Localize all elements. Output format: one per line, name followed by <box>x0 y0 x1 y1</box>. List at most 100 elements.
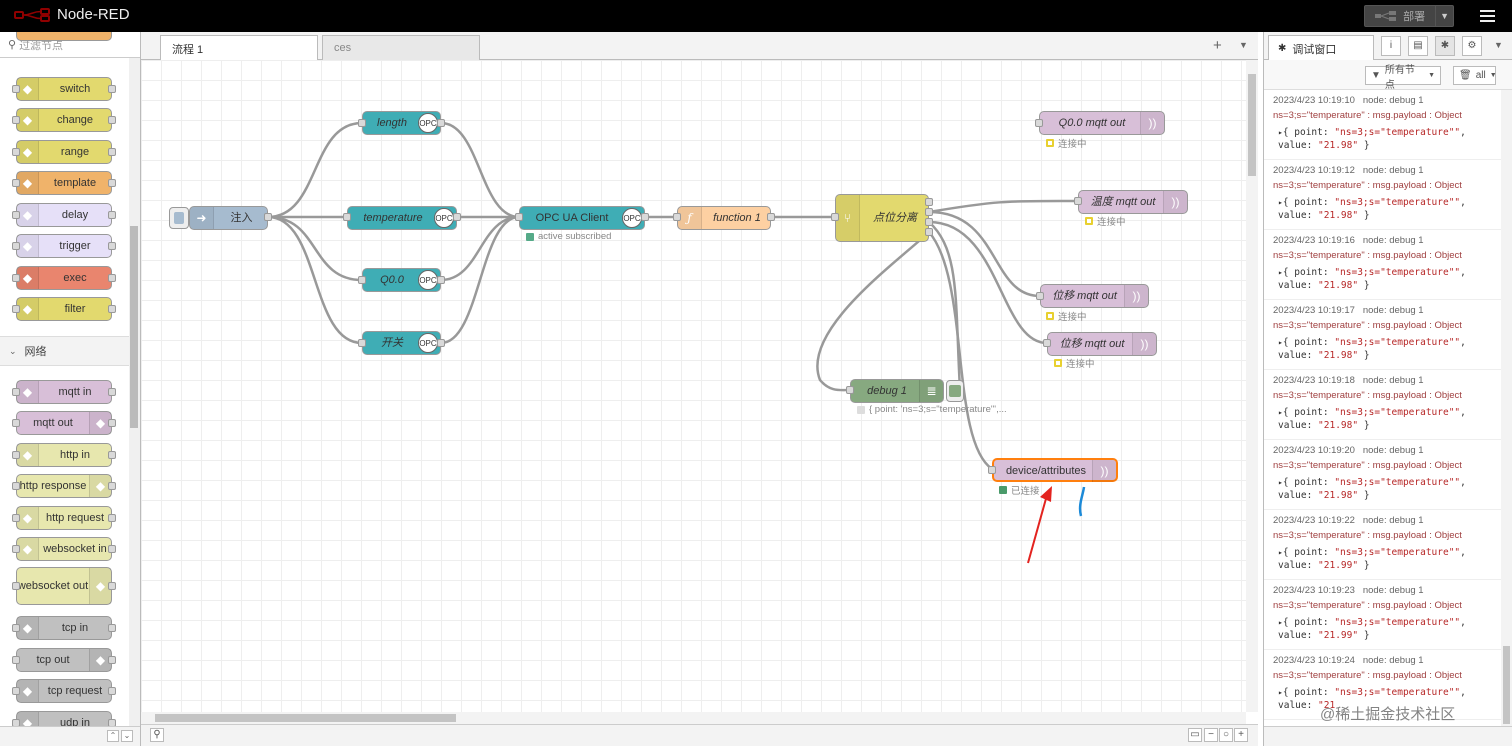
input-port[interactable] <box>343 213 351 221</box>
palette-node-partial[interactable] <box>16 32 112 41</box>
message-object[interactable]: ▸{ point: "ns=3;s="temperature"", value:… <box>1273 196 1501 222</box>
input-port[interactable] <box>358 119 366 127</box>
debug-node[interactable]: debug 1 ≣ <box>850 379 944 403</box>
inject-button[interactable] <box>169 207 189 229</box>
mqtt-out-temperature[interactable]: 温度 mqtt out )) <box>1078 190 1188 214</box>
output-port[interactable] <box>641 213 649 221</box>
deploy-dropdown-icon[interactable]: ▼ <box>1436 11 1453 21</box>
opc-item-length[interactable]: length OPC <box>362 111 441 135</box>
output-port[interactable] <box>925 218 933 226</box>
mqtt-out-device-attributes[interactable]: device/attributes )) <box>992 458 1118 482</box>
input-port[interactable] <box>846 386 854 394</box>
mqtt-out-displacement-1[interactable]: 位移 mqtt out )) <box>1040 284 1149 308</box>
opc-item-switch[interactable]: 开关 OPC <box>362 331 441 355</box>
opc-ua-client-node[interactable]: OPC UA Client OPC <box>519 206 645 230</box>
palette-node-delay[interactable]: ◆ delay <box>12 203 116 227</box>
palette-category-network[interactable]: ⌄ 网络 <box>0 336 129 366</box>
info-icon[interactable]: i <box>1381 36 1401 56</box>
debug-message[interactable]: 2023/4/23 10:19:20 node: debug 1 ns=3;s="… <box>1264 440 1501 510</box>
palette-node-websocket-in[interactable]: ◆ websocket in <box>12 537 116 561</box>
mqtt-out-q00[interactable]: Q0.0 mqtt out )) <box>1039 111 1165 135</box>
message-object[interactable]: ▸{ point: "ns=3;s="temperature"", value:… <box>1273 336 1501 362</box>
canvas-horizontal-scrollbar[interactable] <box>141 712 1246 724</box>
node-filter-select[interactable]: ▼ 所有节点 ▼ <box>1365 65 1441 91</box>
mqtt-out-displacement-2[interactable]: 位移 mqtt out )) <box>1047 332 1157 356</box>
flow-canvas[interactable]: ➜ 注入 length OPC temperature OPC Q0.0 OPC… <box>141 60 1246 712</box>
palette-node-switch[interactable]: ◆ switch <box>12 77 116 101</box>
deploy-button[interactable]: 部署 ▼ <box>1364 5 1454 27</box>
sidebar-menu-icon[interactable]: ▼ <box>1494 40 1503 50</box>
tab-debug[interactable]: ✱ 调试窗口 <box>1268 35 1374 61</box>
input-port[interactable] <box>358 339 366 347</box>
output-port[interactable] <box>925 228 933 236</box>
output-port[interactable] <box>925 198 933 206</box>
input-port[interactable] <box>515 213 523 221</box>
function-node[interactable]: ƒ function 1 <box>677 206 771 230</box>
debug-toggle-button[interactable] <box>946 380 964 402</box>
debug-message[interactable]: 2023/4/23 10:19:18 node: debug 1 ns=3;s="… <box>1264 370 1501 440</box>
clear-messages-button[interactable]: 🗑 all ▼ <box>1453 66 1497 85</box>
input-port[interactable] <box>1035 119 1043 127</box>
sidebar-scrollbar[interactable] <box>1501 90 1512 726</box>
palette-node-exec[interactable]: ◆ exec <box>12 266 116 290</box>
input-port[interactable] <box>358 276 366 284</box>
palette-node-http-in[interactable]: ◆ http in <box>12 443 116 467</box>
palette-node-change[interactable]: ◆ change <box>12 108 116 132</box>
message-object[interactable]: ▸{ point: "ns=3;s="temperature"", value:… <box>1273 616 1501 642</box>
debug-message[interactable]: 2023/4/23 10:19:10 node: debug 1 ns=3;s="… <box>1264 90 1501 160</box>
output-port[interactable] <box>437 276 445 284</box>
opc-item-temperature[interactable]: temperature OPC <box>347 206 457 230</box>
main-menu-icon[interactable] <box>1478 7 1498 25</box>
message-object[interactable]: ▸{ point: "ns=3;s="temperature"", value:… <box>1273 546 1501 572</box>
expand-all-icon[interactable]: ⌄ <box>121 730 133 742</box>
output-port[interactable] <box>453 213 461 221</box>
palette-node-websocket-out[interactable]: ◆ websocket out <box>12 567 116 605</box>
debug-message[interactable]: 2023/4/23 10:19:23 node: debug 1 ns=3;s="… <box>1264 580 1501 650</box>
palette-node-http-response[interactable]: ◆ http response <box>12 474 116 498</box>
tab-ces[interactable]: ces <box>322 35 480 60</box>
output-port[interactable] <box>767 213 775 221</box>
opc-item-q00[interactable]: Q0.0 OPC <box>362 268 441 292</box>
input-port[interactable] <box>1074 197 1082 205</box>
output-port[interactable] <box>437 339 445 347</box>
input-port[interactable] <box>988 466 996 474</box>
palette-node-filter[interactable]: ◆ filter <box>12 297 116 321</box>
input-port[interactable] <box>831 213 839 221</box>
collapse-all-icon[interactable]: ⌃ <box>107 730 119 742</box>
palette-scrollbar[interactable] <box>129 58 140 726</box>
palette-node-tcp-in[interactable]: ◆ tcp in <box>12 616 116 640</box>
map-icon[interactable]: ▭ <box>1188 728 1202 742</box>
search-icon[interactable]: ⚲ <box>150 728 164 742</box>
palette-node-template[interactable]: ◆ template <box>12 171 116 195</box>
palette-node-mqtt-in[interactable]: ◆ mqtt in <box>12 380 116 404</box>
tab-flow-1[interactable]: 流程 1 <box>160 35 318 61</box>
tab-menu-icon[interactable]: ▼ <box>1239 40 1248 50</box>
debug-message[interactable]: 2023/4/23 10:19:12 node: debug 1 ns=3;s="… <box>1264 160 1501 230</box>
book-icon[interactable]: ▤ <box>1408 36 1428 56</box>
inject-node[interactable]: ➜ 注入 <box>189 206 268 230</box>
palette-node-mqtt-out[interactable]: ◆ mqtt out <box>12 411 116 435</box>
gear-icon[interactable]: ⚙ <box>1462 36 1482 56</box>
output-port[interactable] <box>437 119 445 127</box>
zoom-in-icon[interactable]: + <box>1234 728 1248 742</box>
deploy-main[interactable]: 部署 <box>1365 6 1437 26</box>
palette-node-tcp-request[interactable]: ◆ tcp request <box>12 679 116 703</box>
message-object[interactable]: ▸{ point: "ns=3;s="temperature"", value:… <box>1273 126 1501 152</box>
message-object[interactable]: ▸{ point: "ns=3;s="temperature"", value:… <box>1273 266 1501 292</box>
canvas-vertical-scrollbar[interactable] <box>1246 60 1258 712</box>
output-port[interactable] <box>925 208 933 216</box>
debug-message[interactable]: 2023/4/23 10:19:22 node: debug 1 ns=3;s="… <box>1264 510 1501 580</box>
input-port[interactable] <box>1036 292 1044 300</box>
zoom-out-icon[interactable]: − <box>1204 728 1218 742</box>
palette-node-trigger[interactable]: ◆ trigger <box>12 234 116 258</box>
message-object[interactable]: ▸{ point: "ns=3;s="temperature"", value:… <box>1273 406 1501 432</box>
zoom-reset-icon[interactable]: ○ <box>1219 728 1233 742</box>
bug-icon[interactable]: ✱ <box>1435 36 1455 56</box>
palette-node-tcp-out[interactable]: ◆ tcp out <box>12 648 116 672</box>
output-port[interactable] <box>264 213 272 221</box>
palette-node-range[interactable]: ◆ range <box>12 140 116 164</box>
message-object[interactable]: ▸{ point: "ns=3;s="temperature"", value:… <box>1273 476 1501 502</box>
debug-message[interactable]: 2023/4/23 10:19:17 node: debug 1 ns=3;s="… <box>1264 300 1501 370</box>
add-tab-icon[interactable]: + <box>1213 37 1222 54</box>
input-port[interactable] <box>673 213 681 221</box>
